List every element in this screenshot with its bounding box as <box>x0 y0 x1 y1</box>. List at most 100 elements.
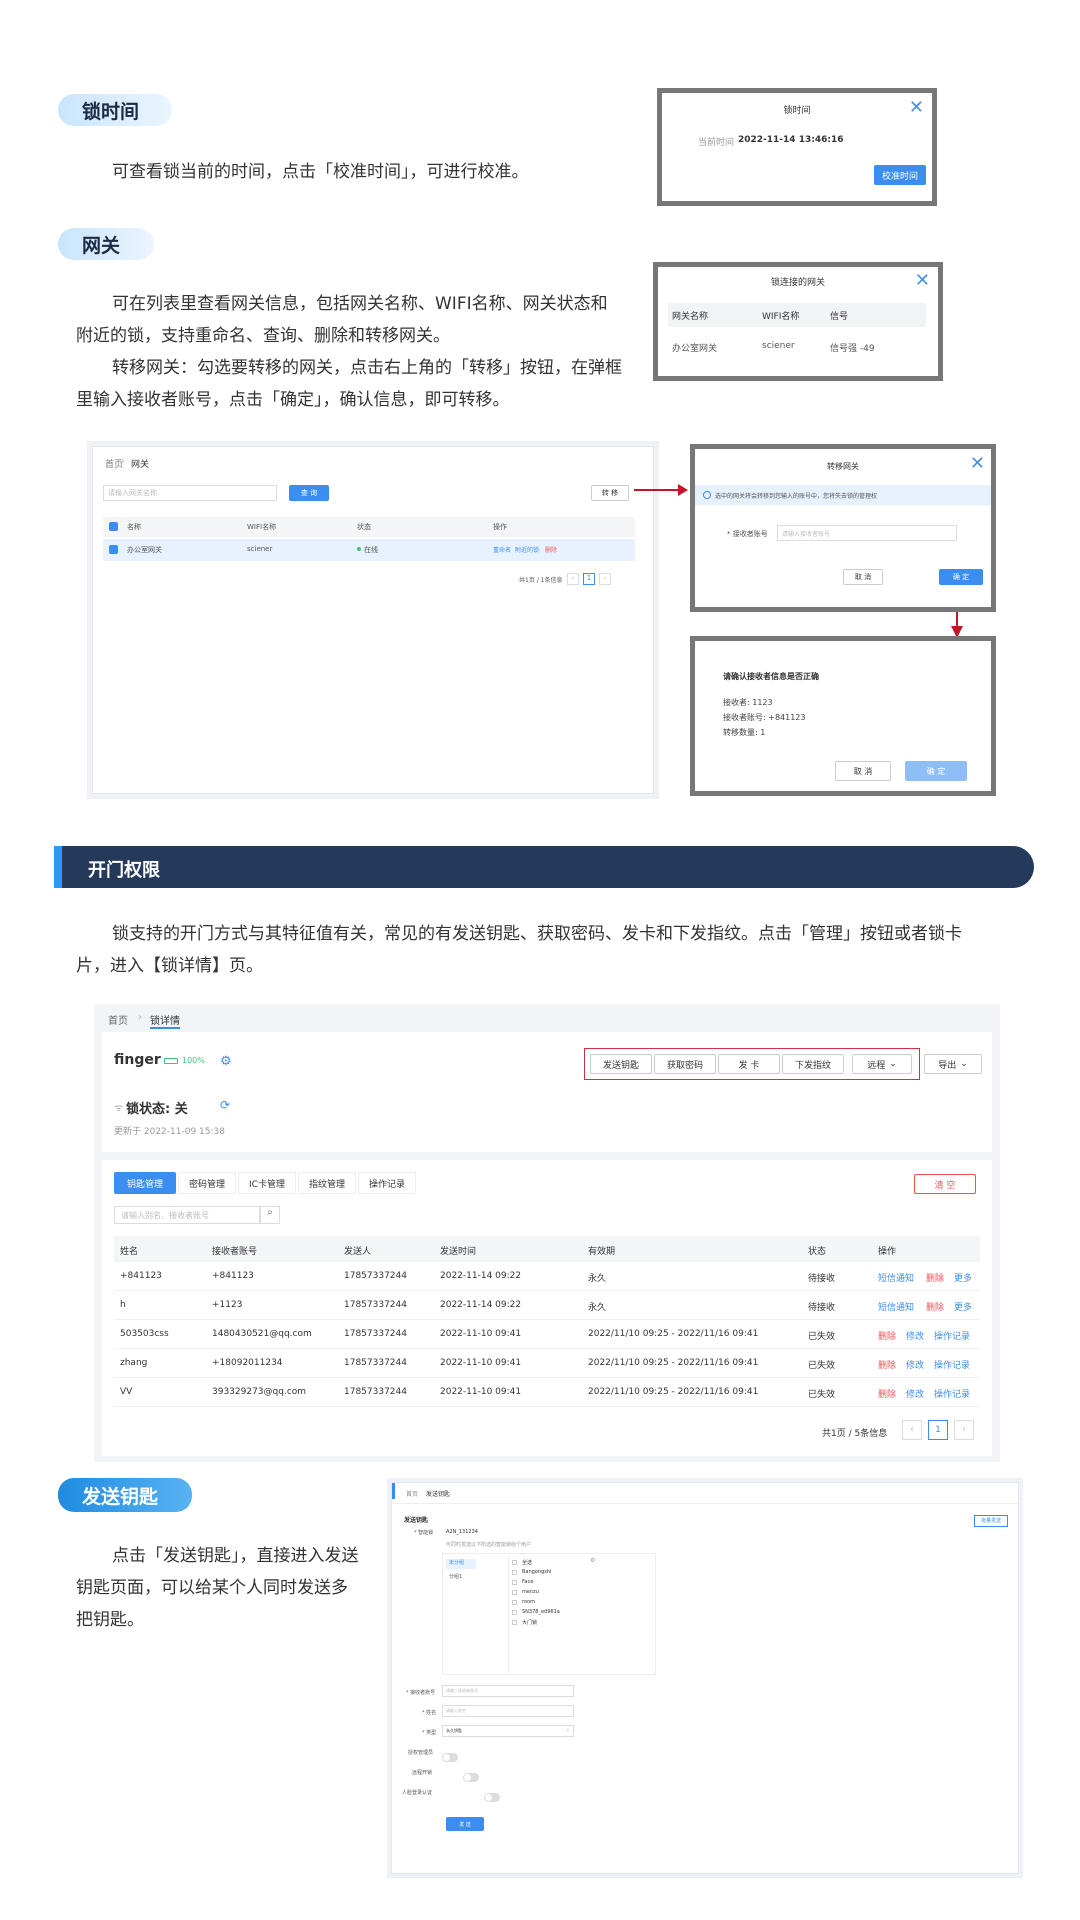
next-page-button[interactable]: › <box>599 573 611 585</box>
close-icon[interactable]: ✕ <box>909 99 924 117</box>
checkbox[interactable] <box>512 1590 517 1595</box>
export-dropdown[interactable]: 导出 ⌄ <box>924 1054 982 1074</box>
remote-dropdown[interactable]: 远程 ⌄ <box>852 1054 912 1074</box>
row-action-link[interactable]: 删除 <box>878 1358 896 1371</box>
confirm-title: 请确认接收者信息是否正确 <box>723 672 819 681</box>
update-time: 更新于 2022-11-09 15:38 <box>114 1127 225 1137</box>
lock-option[interactable]: Face <box>512 1579 602 1589</box>
row-action-link[interactable]: 修改 <box>906 1387 924 1400</box>
close-icon[interactable]: ✕ <box>970 455 985 473</box>
lock-option[interactable]: menzu <box>512 1589 602 1599</box>
pager-info: 共1页 / 5条信息 <box>822 1429 888 1439</box>
tab-ic-card-management[interactable]: IC卡管理 <box>238 1172 296 1194</box>
nearby-locks-link[interactable]: 附近的锁 <box>515 545 539 554</box>
smart-lock-value: A2N_131234 <box>446 1529 478 1535</box>
column-header: 有效期 <box>588 1247 616 1257</box>
row-checkbox[interactable] <box>109 545 118 554</box>
search-button[interactable]: 查 询 <box>289 485 329 501</box>
issue-fingerprint-button[interactable]: 下发指纹 <box>782 1054 844 1074</box>
authorize-admin-toggle[interactable] <box>442 1753 458 1762</box>
table-row[interactable]: h +1123 17857337244 2022-11-14 09:22 永久 待接收 短信… <box>114 1291 980 1320</box>
row-action-link[interactable]: 删除 <box>878 1387 896 1400</box>
lock-option[interactable]: SN378_ed961a <box>512 1609 602 1619</box>
checkbox[interactable] <box>512 1600 517 1605</box>
tab-fingerprint-management[interactable]: 指纹管理 <box>298 1172 356 1194</box>
select-all-checkbox[interactable] <box>109 522 118 531</box>
page-number[interactable]: 1 <box>583 573 595 585</box>
refresh-icon[interactable]: ⟳ <box>220 1098 230 1112</box>
prev-page-button[interactable]: ‹ <box>902 1420 922 1440</box>
delete-link[interactable]: 删除 <box>545 545 557 554</box>
lock-option[interactable]: 大门锁 <box>512 1619 602 1629</box>
send-key-button[interactable]: 发送钥匙 <box>590 1054 652 1074</box>
row-action-link[interactable]: 短信通知 <box>878 1271 914 1284</box>
lock-option[interactable]: room <box>512 1599 602 1609</box>
batch-send-button[interactable]: 批量发送 <box>974 1515 1008 1527</box>
gateway-search-input[interactable]: 请输入网关名称 <box>103 485 277 501</box>
row-action-link[interactable]: 操作记录 <box>934 1358 970 1371</box>
checkbox[interactable] <box>512 1560 517 1565</box>
group-item[interactable]: 分组1 <box>446 1573 462 1580</box>
row-action-link[interactable]: 修改 <box>906 1358 924 1371</box>
confirm-button[interactable]: 确 定 <box>939 569 983 585</box>
receiver-account-input[interactable]: 请输入接收者账号 <box>442 1685 574 1697</box>
breadcrumb-home[interactable]: 首页 <box>108 1012 128 1027</box>
table-row[interactable]: 503503css 1480430521@qq.com 17857337244 202… <box>114 1320 980 1349</box>
row-action-link[interactable]: 删除 <box>926 1271 944 1284</box>
row-action-link[interactable]: 更多 <box>954 1300 972 1313</box>
send-button[interactable]: 发 送 <box>446 1817 484 1831</box>
row-action-link[interactable]: 删除 <box>878 1329 896 1342</box>
tab-password-management[interactable]: 密码管理 <box>178 1172 236 1194</box>
lock-option[interactable]: 全选 <box>512 1559 602 1569</box>
cell-status: 在线 <box>364 546 378 554</box>
row-action-link[interactable]: 修改 <box>906 1329 924 1342</box>
name-input[interactable]: 请输入姓名 <box>442 1705 574 1717</box>
rename-link[interactable]: 重命名 <box>493 545 511 554</box>
row-action-link[interactable]: 更多 <box>954 1271 972 1284</box>
tab-operation-records[interactable]: 操作记录 <box>358 1172 416 1194</box>
table-row[interactable]: +841123 +841123 17857337244 2022-11-14 09:2… <box>114 1262 980 1291</box>
section-banner: 开门权限 <box>54 846 1034 888</box>
row-action-link[interactable]: 操作记录 <box>934 1387 970 1400</box>
name-label: * 姓名 <box>422 1710 437 1716</box>
confirm-button[interactable]: 确 定 <box>905 761 967 781</box>
checkbox[interactable] <box>512 1620 517 1625</box>
receiver-account-input[interactable]: 请输入接收者账号 <box>777 525 957 541</box>
row-action-link[interactable]: 短信通知 <box>878 1300 914 1313</box>
search-icon[interactable]: ⌕ <box>260 1206 280 1224</box>
next-page-button[interactable]: › <box>954 1420 974 1440</box>
get-password-button[interactable]: 获取密码 <box>654 1054 716 1074</box>
remote-unlock-toggle[interactable] <box>463 1773 480 1782</box>
checkbox[interactable] <box>512 1570 517 1575</box>
face-auth-toggle[interactable] <box>484 1793 501 1802</box>
breadcrumb-home[interactable]: 首页 <box>406 1489 418 1498</box>
cancel-button[interactable]: 取 消 <box>835 761 891 781</box>
cancel-button[interactable]: 取 消 <box>843 569 883 585</box>
checkbox[interactable] <box>512 1610 517 1615</box>
clear-button[interactable]: 清 空 <box>914 1174 976 1194</box>
lock-name: finger <box>114 1052 161 1068</box>
close-icon[interactable]: ✕ <box>915 272 930 290</box>
issue-card-button[interactable]: 发 卡 <box>718 1054 780 1074</box>
row-action-link[interactable]: 删除 <box>926 1300 944 1313</box>
group-item[interactable]: 未分组 <box>446 1559 476 1569</box>
cell-valid: 永久 <box>588 1303 607 1313</box>
tab-key-management[interactable]: 钥匙管理 <box>114 1172 176 1194</box>
lock-option[interactable]: Bangongshi <box>512 1569 602 1579</box>
calibrate-time-button[interactable]: 校准时间 <box>874 165 926 185</box>
settings-gear-icon[interactable]: ⚙ <box>220 1054 232 1069</box>
column-header: 状态 <box>808 1247 827 1257</box>
column-header: 接收者账号 <box>212 1247 258 1257</box>
key-search-input[interactable]: 请输入别名、接收者账号 <box>114 1206 260 1224</box>
transfer-button[interactable]: 转 移 <box>591 485 629 501</box>
row-action-link[interactable]: 操作记录 <box>934 1329 970 1342</box>
page-number[interactable]: 1 <box>928 1420 948 1440</box>
prev-page-button[interactable]: ‹ <box>567 573 579 585</box>
cell-name: VV <box>120 1387 133 1397</box>
lock-checkbox-list: 全选 Bangongshi Face menzu room SN378_ed961a 大门锁 <box>512 1559 602 1629</box>
checkbox[interactable] <box>512 1580 517 1585</box>
table-row[interactable]: zhang +18092011234 17857337244 2022-11-10 0… <box>114 1349 980 1378</box>
cell-valid: 2022/11/10 09:25 - 2022/11/16 09:41 <box>588 1358 759 1368</box>
type-select[interactable]: 永久钥匙 ⌄ <box>442 1725 574 1737</box>
table-row[interactable]: VV 393329273@qq.com 17857337244 2022-11-10 … <box>114 1378 980 1407</box>
